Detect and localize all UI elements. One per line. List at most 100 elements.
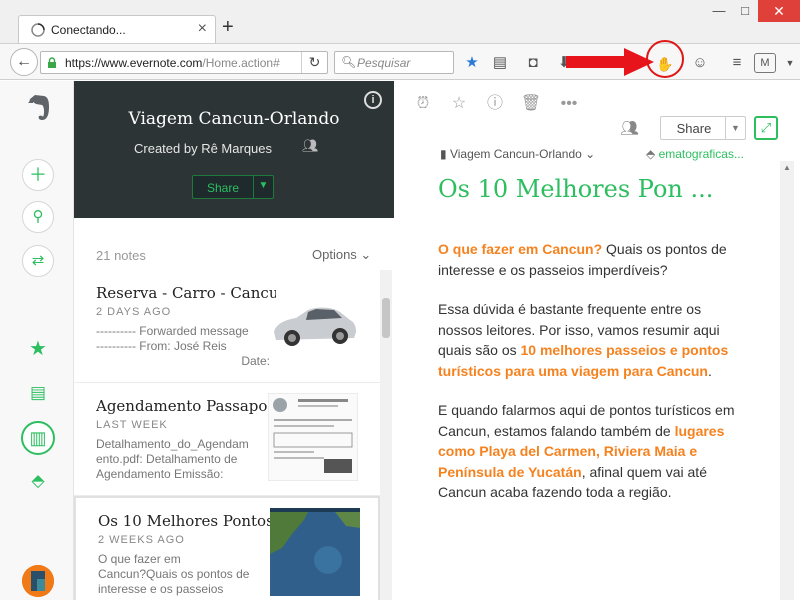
note-editor: ⏰︎ ☆ ⓘ 🗑︎ ••• 👥︎ Share ▼ ⤢ ▮ Viagem Canc… — [394, 81, 800, 600]
url-text: https://www.evernote.com/Home.action# — [65, 56, 280, 70]
annotation-arrow-icon — [566, 48, 654, 76]
scrollbar-thumb[interactable] — [382, 298, 390, 338]
work-chat-button[interactable]: ⇄ — [22, 245, 54, 277]
extension-m-icon[interactable]: M — [754, 53, 776, 73]
browser-tab[interactable]: Conectando... × — [18, 15, 216, 43]
options-dropdown[interactable]: Options ⌄ — [312, 247, 371, 263]
note-snippet-line: ---------- Forwarded message — [96, 324, 249, 338]
note-notebook-selector[interactable]: ▮ Viagem Cancun-Orlando ⌄ — [440, 147, 595, 161]
note-snippet: ---------- Forwarded message ---------- … — [96, 324, 274, 369]
search-notes-button[interactable]: ⚲ — [22, 201, 54, 233]
notes-list-scrollbar[interactable] — [380, 270, 392, 600]
expand-fullscreen-icon[interactable]: ⤢ — [754, 116, 778, 140]
note-title: Agendamento Passapo... — [96, 397, 276, 415]
notebook-shared-people-icon[interactable]: 👥︎ — [302, 138, 319, 154]
note-snippet: Detalhamento_do_Agendam ento.pdf: Detalh… — [96, 437, 274, 482]
window-maximize-button[interactable]: □ — [732, 0, 758, 22]
notes-icon[interactable]: ▤ — [26, 381, 50, 405]
reading-list-icon[interactable]: ▤ — [490, 53, 510, 73]
reload-icon[interactable]: ↻ — [301, 52, 327, 73]
highlight-text: O que fazer em Cancun? — [438, 241, 603, 257]
notebooks-icon[interactable]: ▥ — [21, 421, 55, 455]
note-snippet: O que fazer em Cancun?Quais os pontos de… — [98, 552, 276, 597]
window-close-button[interactable]: ✕ — [758, 0, 800, 22]
note-title: Reserva - Carro - Cancun — [96, 284, 276, 302]
pocket-icon[interactable]: ◘ — [523, 53, 543, 73]
note-body[interactable]: O que fazer em Cancun? Quais os pontos d… — [438, 239, 738, 522]
editor-scrollbar[interactable]: ▲ — [780, 161, 794, 600]
bookmark-star-icon[interactable]: ★ — [462, 53, 482, 73]
search-icon: 🔍︎ — [341, 55, 357, 69]
tab-title: Conectando... — [51, 23, 126, 37]
note-tag[interactable]: ⬘ ematograficas... — [646, 147, 796, 161]
new-tab-button[interactable]: + — [222, 16, 234, 39]
url-bar[interactable]: https://www.evernote.com/Home.action# ↻ — [40, 51, 328, 74]
evernote-sidebar: ＋ ⚲ ⇄ ★ ▤ ▥ ⬘ — [0, 81, 74, 600]
reminder-alarm-icon[interactable]: ⏰︎ — [412, 93, 434, 115]
note-paragraph: O que fazer em Cancun? Quais os pontos d… — [438, 239, 738, 280]
body-text: . — [707, 362, 712, 379]
note-notebook-name: Viagem Cancun-Orlando — [449, 147, 582, 161]
note-paragraph: Essa dúvida é bastante frequente entre o… — [438, 299, 738, 381]
notebook-header: i Viagem Cancun-Orlando Created by Rê Ma… — [74, 81, 394, 218]
note-info-icon[interactable]: ⓘ — [484, 93, 506, 115]
list-item[interactable]: Agendamento Passapo... LAST WEEK Detalha… — [74, 383, 380, 496]
notebook-info-icon[interactable]: i — [364, 91, 382, 109]
map-thumbnail-image — [270, 508, 360, 596]
note-snippet-line: O que fazer em — [98, 552, 181, 566]
delete-trash-icon[interactable]: 🗑︎ — [520, 93, 542, 115]
extension-dropdown-icon[interactable]: ▼ — [780, 53, 800, 73]
chevron-down-icon[interactable]: ▼ — [725, 117, 745, 139]
note-snippet-line: Date: — [241, 354, 270, 368]
car-thumbnail-image — [274, 307, 356, 346]
note-snippet-line: ento.pdf: Detalhamento de — [96, 452, 238, 466]
window-minimize-button[interactable]: — — [706, 0, 732, 22]
annotation-circle — [646, 40, 684, 78]
shortcuts-star-icon[interactable]: ★ — [26, 337, 50, 361]
notebook-created-by: Created by Rê Marques — [134, 141, 273, 156]
tab-close-icon[interactable]: × — [198, 20, 207, 38]
note-date: 2 WEEKS AGO — [98, 534, 185, 546]
lock-icon — [48, 57, 56, 68]
chevron-down-icon[interactable]: ▼ — [253, 176, 273, 198]
shortcut-star-icon[interactable]: ☆ — [448, 93, 470, 115]
note-tag-text: ematograficas... — [658, 147, 744, 161]
document-thumbnail-image — [268, 393, 358, 481]
note-snippet-line: Detalhamento_do_Agendam — [96, 437, 249, 451]
notebook-share-button[interactable]: Share ▼ — [192, 175, 274, 199]
new-note-button[interactable]: ＋ — [22, 159, 54, 191]
note-share-label: Share — [676, 121, 712, 136]
user-avatar[interactable] — [22, 565, 54, 597]
more-options-icon[interactable]: ••• — [558, 93, 580, 115]
note-share-button[interactable]: Share ▼ — [660, 116, 746, 140]
notebook-title: Viagem Cancun-Orlando — [128, 109, 340, 129]
notes-list: Reserva - Carro - Cancun 2 DAYS AGO ----… — [74, 270, 394, 600]
back-button[interactable]: ← — [10, 48, 38, 76]
note-count: 21 notes — [96, 248, 146, 263]
list-item-selected[interactable]: Os 10 Melhores Pontos ... 2 WEEKS AGO O … — [74, 496, 380, 600]
note-shared-people-icon[interactable]: 👥︎ — [620, 119, 639, 137]
menu-icon[interactable]: ≡ — [727, 53, 747, 73]
hello-chat-icon[interactable]: ☺ — [690, 53, 710, 73]
note-date: LAST WEEK — [96, 419, 168, 431]
note-snippet-line: ---------- From: José Reis — [96, 339, 227, 353]
note-date: 2 DAYS AGO — [96, 306, 172, 318]
search-bar[interactable]: 🔍︎ Pesquisar — [334, 51, 454, 74]
scroll-up-icon[interactable]: ▲ — [780, 161, 794, 175]
search-placeholder: Pesquisar — [357, 56, 411, 70]
list-item[interactable]: Reserva - Carro - Cancun 2 DAYS AGO ----… — [74, 270, 380, 383]
avatar-image — [22, 565, 54, 597]
note-snippet-line: Cancun?Quais os pontos de — [98, 567, 250, 581]
options-label: Options — [312, 247, 357, 262]
note-title: Os 10 Melhores Pontos ... — [98, 512, 278, 530]
note-title-heading[interactable]: Os 10 Melhores Pon ... — [438, 175, 713, 203]
url-domain: https://www.evernote.com — [65, 56, 203, 70]
note-paragraph: E quando falarmos aqui de pontos turísti… — [438, 400, 738, 503]
notebook-share-label: Share — [206, 181, 240, 195]
url-path: /Home.action# — [202, 56, 280, 70]
note-snippet-line: Agendamento Emissão: — [96, 467, 224, 481]
note-snippet-line: interesse e os passeios — [98, 582, 224, 596]
evernote-logo-icon[interactable] — [24, 93, 52, 123]
loading-icon — [31, 23, 45, 37]
tags-icon[interactable]: ⬘ — [26, 469, 50, 493]
